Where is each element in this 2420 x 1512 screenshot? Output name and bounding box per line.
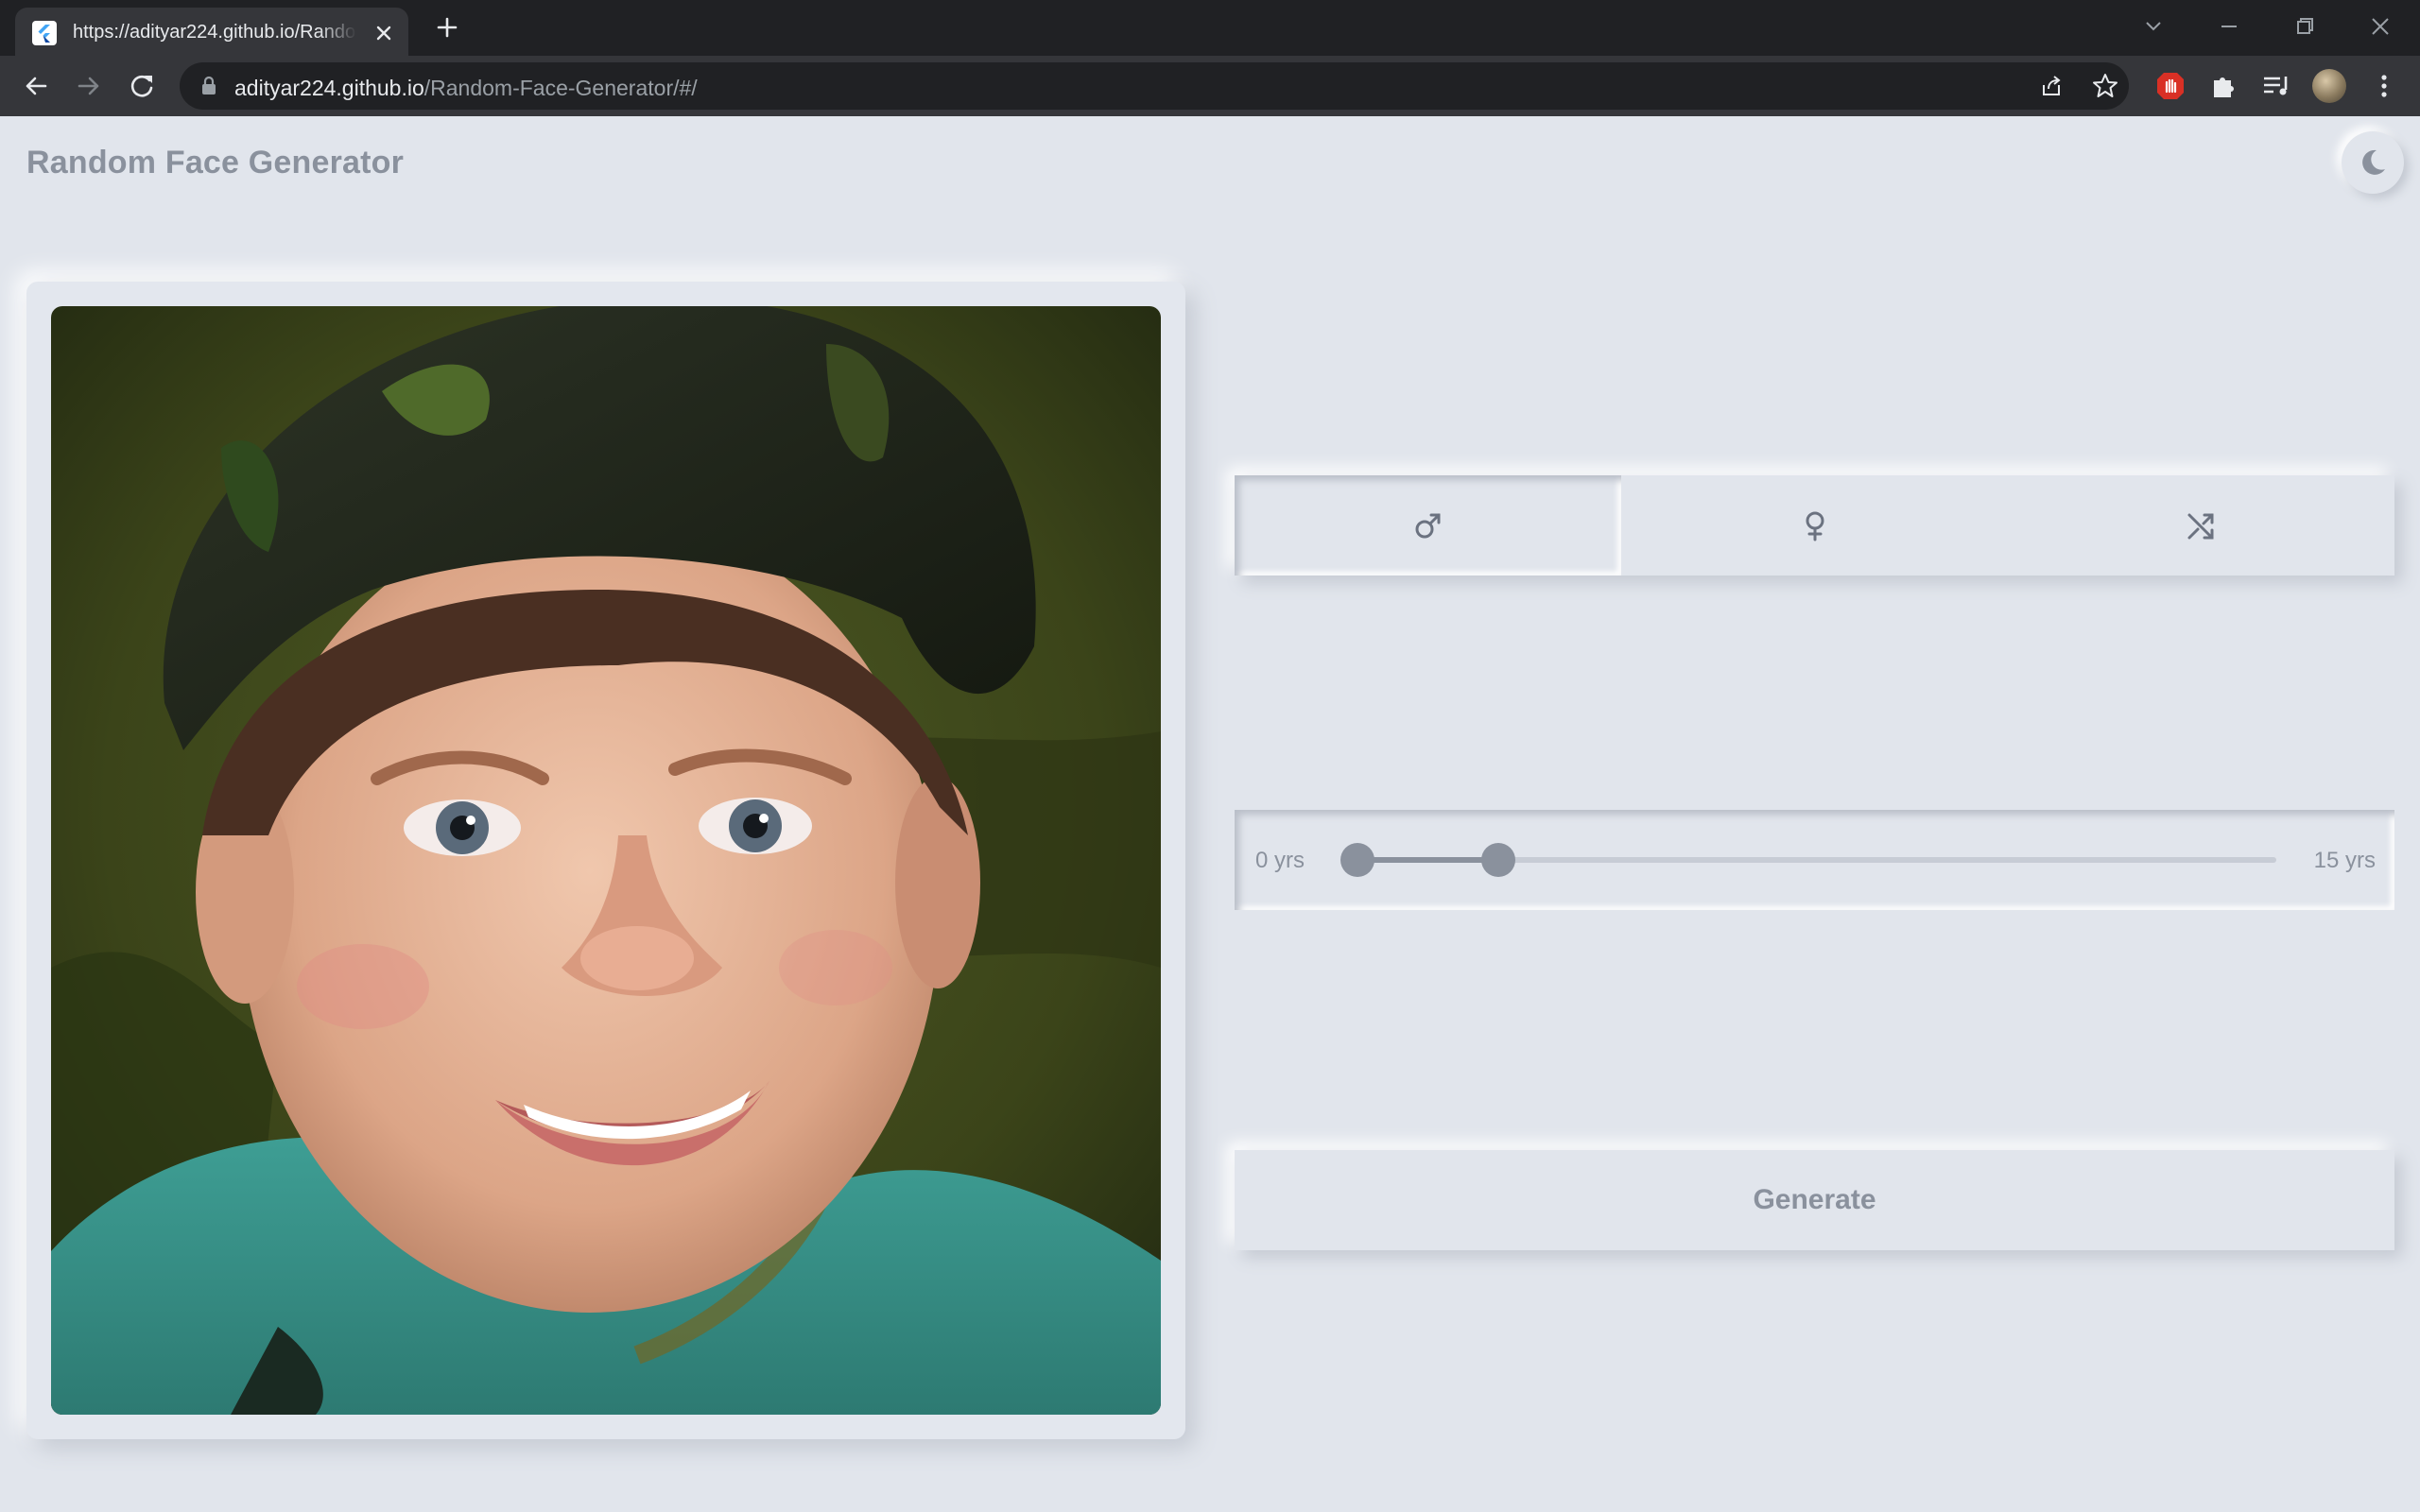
bookmark-star-icon[interactable] bbox=[2091, 72, 2119, 100]
restore-icon[interactable] bbox=[2288, 9, 2322, 43]
url-host: adityar224.github.io bbox=[234, 76, 424, 100]
female-symbol-icon bbox=[1806, 511, 1824, 541]
extensions-puzzle-icon[interactable] bbox=[2206, 69, 2240, 103]
tab-close-icon[interactable] bbox=[371, 20, 397, 46]
url-text[interactable]: adityar224.github.io/Random-Face-Generat… bbox=[234, 76, 698, 101]
forward-arrow-icon[interactable] bbox=[72, 69, 106, 103]
browser-toolbar: adityar224.github.io/Random-Face-Generat… bbox=[0, 56, 2420, 116]
male-symbol-icon bbox=[1415, 513, 1440, 539]
address-bar[interactable]: adityar224.github.io/Random-Face-Generat… bbox=[180, 62, 2129, 110]
media-queue-icon[interactable] bbox=[2259, 69, 2293, 103]
face-image-card bbox=[26, 282, 1185, 1439]
moon-icon bbox=[2362, 149, 2385, 175]
generate-button[interactable]: Generate bbox=[1235, 1150, 2394, 1250]
gender-toggle-group bbox=[1235, 475, 2394, 576]
app-title: Random Face Generator bbox=[26, 145, 405, 180]
chrome-menu-icon[interactable] bbox=[2367, 69, 2401, 103]
gender-random-button[interactable] bbox=[2008, 475, 2394, 576]
theme-toggle-button[interactable] bbox=[2342, 131, 2404, 194]
minimize-icon[interactable] bbox=[2212, 9, 2246, 43]
age-range-slider[interactable] bbox=[1340, 843, 2276, 877]
gender-male-button[interactable] bbox=[1235, 475, 1621, 576]
share-icon[interactable] bbox=[2038, 72, 2066, 100]
age-range-fill bbox=[1357, 857, 1499, 863]
age-slider-min-handle[interactable] bbox=[1340, 843, 1374, 877]
age-range-panel: 0 yrs 15 yrs bbox=[1235, 810, 2394, 910]
app-page: Random Face Generator 0 yrs 15 yrs Gener… bbox=[0, 116, 2420, 1512]
age-max-label: 15 yrs bbox=[2313, 848, 2376, 873]
generated-face-image bbox=[51, 306, 1161, 1415]
url-path: /Random-Face-Generator/#/ bbox=[424, 76, 698, 100]
browser-tab-active[interactable]: https://adityar224.github.io/Random-Face… bbox=[15, 8, 408, 56]
lock-icon[interactable] bbox=[200, 76, 217, 101]
tab-title: https://adityar224.github.io/Random-Face… bbox=[73, 22, 356, 43]
flutter-favicon-icon bbox=[32, 21, 57, 45]
close-window-icon[interactable] bbox=[2363, 9, 2397, 43]
profile-avatar[interactable] bbox=[2312, 69, 2346, 103]
tab-search-chevron-icon[interactable] bbox=[2136, 9, 2170, 43]
new-tab-plus-icon[interactable] bbox=[433, 13, 461, 42]
back-arrow-icon[interactable] bbox=[19, 69, 53, 103]
gender-female-button[interactable] bbox=[1621, 475, 2008, 576]
age-slider-max-handle[interactable] bbox=[1481, 843, 1516, 877]
adblock-extension-icon[interactable] bbox=[2153, 69, 2187, 103]
browser-tab-strip: https://adityar224.github.io/Random-Face… bbox=[0, 0, 2420, 56]
reload-icon[interactable] bbox=[125, 69, 159, 103]
shuffle-icon bbox=[2187, 513, 2213, 540]
age-min-label: 0 yrs bbox=[1255, 848, 1305, 873]
